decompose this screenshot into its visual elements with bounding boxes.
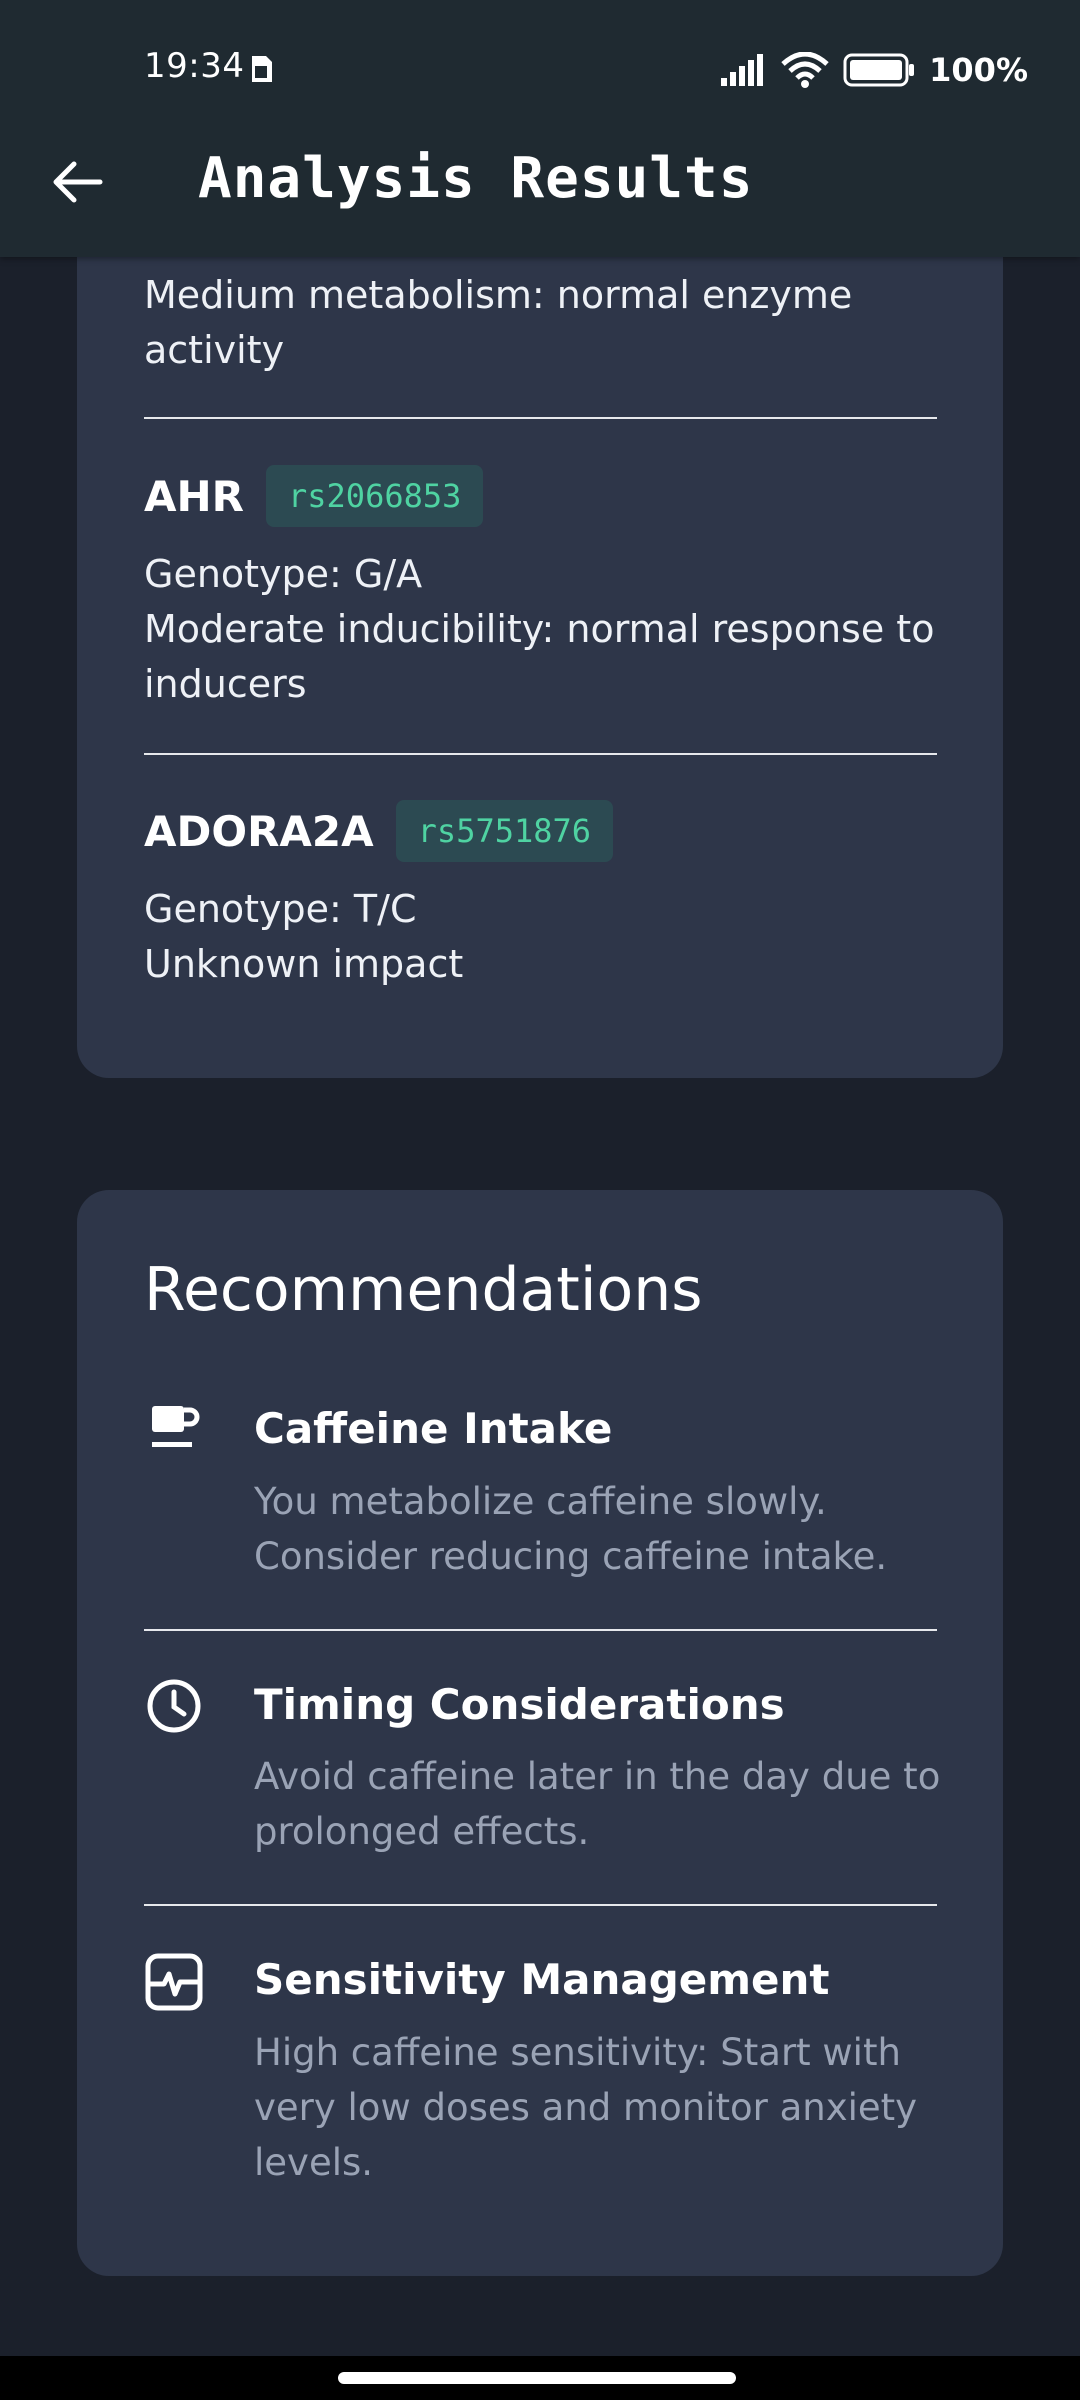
divider	[144, 753, 937, 755]
recommendation-heading: Timing Considerations	[254, 1680, 785, 1729]
sim-card-icon	[252, 56, 272, 82]
wifi-icon	[781, 52, 829, 88]
coffee-cup-icon	[152, 1406, 200, 1447]
recommendation-heading: Caffeine Intake	[254, 1404, 613, 1453]
gene-header-ahr: AHR rs2066853	[144, 465, 484, 527]
home-indicator[interactable]	[338, 2372, 736, 2384]
gene-header-adora2a: ADORA2A rs5751876	[144, 800, 614, 862]
status-icons: 100%	[719, 44, 1028, 96]
gene-impact-text: Unknown impact	[144, 942, 464, 986]
page-title: Analysis Results	[198, 146, 754, 211]
gene-impact-text: Medium metabolism: normal enzyme activit…	[144, 273, 853, 372]
gene-genotype: Genotype: T/C	[144, 887, 417, 931]
gene-genotype: Genotype: G/A	[144, 552, 423, 596]
divider	[144, 1629, 937, 1631]
app-bar: 19:34 100% Analysis Results	[0, 0, 1080, 257]
recommendation-heading: Sensitivity Management	[254, 1955, 830, 2004]
signal-icon	[721, 54, 764, 86]
gene-name: ADORA2A	[144, 806, 374, 856]
clock-icon	[147, 1679, 201, 1733]
battery-icon	[843, 53, 915, 87]
rsid-badge[interactable]: rs2066853	[266, 465, 484, 527]
recommendations-title: Recommendations	[144, 1255, 703, 1325]
arrow-back-icon	[53, 161, 103, 203]
divider	[144, 417, 937, 419]
heart-monitor-icon	[145, 1953, 203, 2011]
recommendation-body: High caffeine sensitivity: Start with ve…	[254, 2031, 918, 2184]
status-time: 19:34	[144, 46, 245, 86]
rsid-badge[interactable]: rs5751876	[395, 800, 614, 862]
recommendation-body: Avoid caffeine later in the day due to p…	[254, 1755, 941, 1853]
divider	[144, 1904, 937, 1906]
gene-impact-text: Moderate inducibility: normal response t…	[144, 607, 935, 706]
back-button[interactable]	[40, 150, 116, 214]
recommendation-body: You metabolize caffeine slowly. Consider…	[254, 1480, 888, 1578]
battery-percentage: 100%	[929, 51, 1028, 89]
gene-name: AHR	[144, 471, 244, 521]
